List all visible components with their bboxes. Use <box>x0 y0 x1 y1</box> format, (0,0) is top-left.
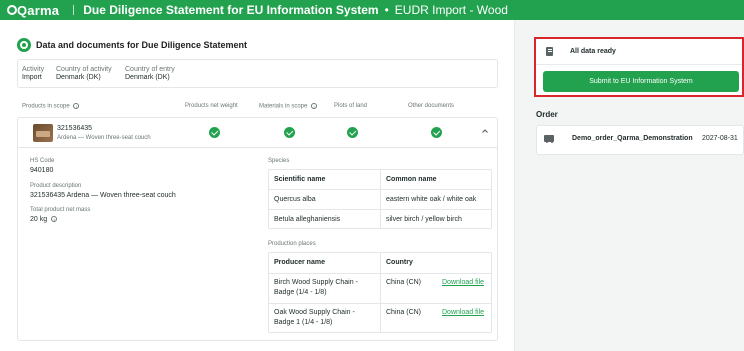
country-of-activity-field: Country of activity Denmark (DK) <box>56 66 112 81</box>
check-icon <box>431 127 442 138</box>
header-other-docs: Other documents <box>408 103 455 109</box>
document-icon <box>546 47 553 56</box>
header-products-label: Products in scope <box>22 103 70 110</box>
page-title: Due Diligence Statement for EU Informati… <box>83 3 379 17</box>
check-icon <box>209 127 220 138</box>
scientific-name: Betula alleghaniensis <box>274 216 341 223</box>
top-bar: Qarma Due Diligence Statement for EU Inf… <box>0 0 744 20</box>
check-icon <box>347 127 358 138</box>
check-icon <box>284 127 295 138</box>
hs-code-label: HS Code <box>30 158 55 164</box>
column-header: Scientific name <box>274 176 326 183</box>
order-date: 2027-08-31 <box>702 135 738 142</box>
scientific-name: Quercus alba <box>274 196 316 203</box>
info-icon[interactable]: i <box>73 103 80 109</box>
table-header-row: Producer name Country <box>269 253 491 274</box>
table-header-row: Scientific name Common name <box>269 170 491 190</box>
header-products-in-scope: Products in scope i <box>22 103 80 110</box>
card-divider <box>536 64 742 65</box>
activity-field: Activity Import <box>22 66 44 81</box>
country-activity-label: Country of activity <box>56 66 112 73</box>
table-row: Oak Wood Supply Chain - Badge 1 (1/4 - 1… <box>269 304 491 334</box>
status-text: All data ready <box>570 48 616 55</box>
table-row: Quercus alba eastern white oak / white o… <box>269 190 491 210</box>
download-file-link[interactable]: Download file <box>442 279 484 286</box>
section-title: Data and documents for Due Diligence Sta… <box>17 38 247 52</box>
producer-country: China (CN) <box>386 279 422 286</box>
producer-country: China (CN) <box>386 309 422 316</box>
country-entry-value: Denmark (DK) <box>125 74 170 81</box>
truck-icon <box>544 135 554 143</box>
hs-code-value: 940180 <box>30 167 54 174</box>
chevron-up-icon[interactable] <box>481 127 489 135</box>
producer-name-line2: Badge (1/4 - 1/8) <box>274 289 327 296</box>
product-thumbnail <box>33 124 53 142</box>
description-label: Product description <box>30 183 82 189</box>
info-icon[interactable]: i <box>311 103 318 109</box>
header-materials: Materials in scope i <box>259 103 318 110</box>
download-file-link[interactable]: Download file <box>442 309 484 316</box>
title-separator: • <box>384 3 389 17</box>
table-row: Birch Wood Supply Chain - Badge (1/4 - 1… <box>269 274 491 304</box>
common-name: eastern white oak / white oak <box>386 196 477 203</box>
logo-mark-icon <box>7 5 17 15</box>
table-row: Betula alleghaniensis silver birch / yel… <box>269 210 491 230</box>
species-table: Scientific name Common name Quercus alba… <box>268 169 492 229</box>
mass-value: 20 kg i <box>30 216 58 223</box>
country-of-entry-field: Country of entry Denmark (DK) <box>125 66 175 81</box>
common-name: silver birch / yellow birch <box>386 216 462 223</box>
order-title: Order <box>536 110 558 119</box>
page-subtitle: EUDR Import - Wood <box>394 3 508 17</box>
producer-name: Oak Wood Supply Chain - <box>274 309 355 316</box>
producer-name-line2: Badge 1 (1/4 - 1/8) <box>274 319 333 326</box>
column-header: Common name <box>386 176 437 183</box>
section-title-text: Data and documents for Due Diligence Sta… <box>36 40 248 50</box>
species-title: Species <box>268 158 290 164</box>
product-id: 321536435 <box>57 125 93 132</box>
submit-button[interactable]: Submit to EU Information System <box>543 71 739 92</box>
activity-label: Activity <box>22 66 45 73</box>
mass-value-text: 20 kg <box>30 216 48 223</box>
product-subtitle: Ardena — Woven three-seat couch <box>57 135 151 141</box>
activity-value: Import <box>22 74 42 81</box>
country-activity-value: Denmark (DK) <box>56 74 101 81</box>
order-name: Demo_order_Qarma_Demonstration <box>572 135 693 142</box>
column-header: Producer name <box>274 259 325 266</box>
logo-text: Qarma <box>17 2 60 18</box>
header-divider <box>73 5 75 15</box>
header-materials-label: Materials in scope <box>259 103 308 110</box>
producer-name: Birch Wood Supply Chain - <box>274 279 358 286</box>
mass-label: Total product net mass <box>30 207 91 213</box>
column-header: Country <box>386 259 413 266</box>
product-row-divider <box>18 147 497 148</box>
info-icon[interactable]: i <box>51 216 58 223</box>
header-net-weight: Products net weight <box>185 103 238 109</box>
production-places-table: Producer name Country Birch Wood Supply … <box>268 252 492 333</box>
progress-ring-icon <box>17 38 31 52</box>
description-value: 321536435 Ardena — Woven three-seat couc… <box>30 192 176 199</box>
production-places-title: Production places <box>268 241 316 247</box>
qarma-logo[interactable]: Qarma <box>7 3 59 18</box>
country-entry-label: Country of entry <box>125 66 175 73</box>
header-plots: Plots of land <box>334 103 368 109</box>
